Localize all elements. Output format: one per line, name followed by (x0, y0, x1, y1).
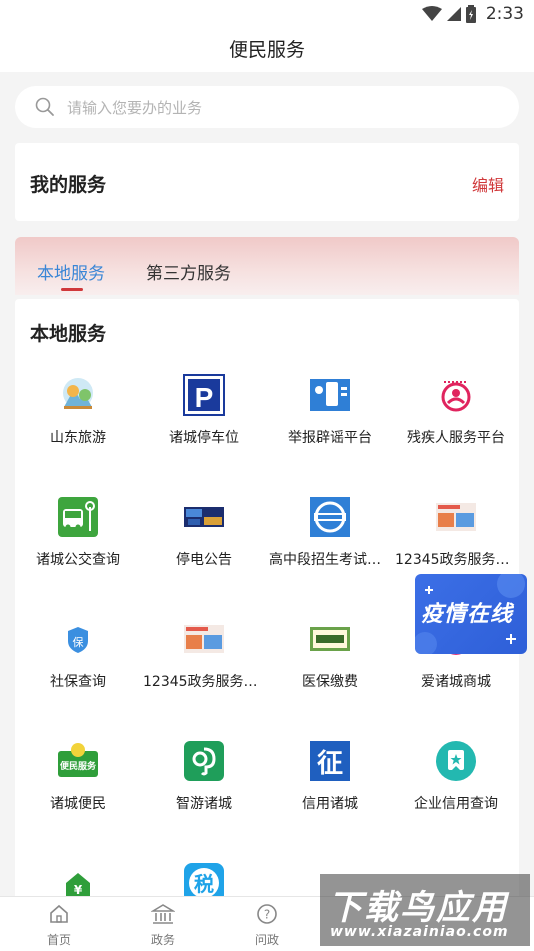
watermark-url: www.xiazainiao.com (330, 924, 509, 940)
battery-icon (465, 5, 476, 23)
service-item-power-outage[interactable]: 停电公告 (141, 495, 267, 569)
service-label: 医保缴费 (302, 674, 358, 690)
tab-local-services[interactable]: 本地服务 (37, 259, 105, 284)
status-time: 2:33 (485, 4, 524, 24)
service-label: 高中段招生考试查... (269, 552, 393, 568)
service-item-disability[interactable]: 残疾人服务平台 (393, 373, 519, 447)
service-tabs: 本地服务 第三方服务 (15, 237, 519, 295)
bottom-tab-label: 首页 (46, 933, 71, 947)
hotline-banner-icon (184, 625, 224, 653)
service-item-exam-query[interactable]: 高中段招生考试查... (267, 495, 393, 569)
local-services-title: 本地服务 (30, 323, 107, 345)
service-item-shandong-travel[interactable]: 山东旅游 (15, 373, 141, 447)
search-icon (35, 97, 54, 116)
tab-third-party-services[interactable]: 第三方服务 (146, 259, 231, 284)
service-item-12345-hotline[interactable]: 12345政务服务热线 (393, 495, 519, 569)
svg-text:便民服务: 便民服务 (60, 760, 97, 772)
service-label: 智游诸城 (176, 796, 232, 812)
svg-text:税: 税 (194, 872, 214, 896)
credit-icon: 征 (310, 741, 350, 781)
service-label: 爱诸城商城 (421, 674, 491, 690)
exam-query-icon (310, 497, 350, 537)
service-label: 举报辟谣平台 (288, 430, 372, 446)
svg-text:保: 保 (73, 635, 84, 649)
service-label: 企业信用查询 (414, 796, 498, 812)
svg-text:P: P (195, 382, 214, 413)
service-item-credit[interactable]: 征 信用诸城 (267, 739, 393, 813)
report-phone-icon (310, 379, 350, 411)
service-item-social-security[interactable]: 保 社保查询 (15, 617, 141, 691)
service-label: 信用诸城 (302, 796, 358, 812)
service-label: 山东旅游 (50, 430, 106, 446)
watermark: 下载鸟应用 www.xiazainiao.com (320, 874, 530, 946)
page-title: 便民服务 (228, 39, 305, 61)
medical-insurance-icon (310, 627, 350, 651)
hotline-banner-icon (436, 503, 476, 531)
edit-button[interactable]: 编辑 (472, 172, 504, 196)
search-input[interactable]: 请输入您要办的业务 (15, 86, 519, 128)
status-bar: 2:33 (0, 0, 534, 28)
mountain-tree-icon (63, 378, 93, 409)
my-services-title: 我的服务 (30, 174, 107, 196)
service-label: 诸城便民 (50, 796, 106, 812)
service-item-smart-tour[interactable]: 智游诸城 (141, 739, 267, 813)
svg-text:征: 征 (317, 749, 343, 779)
my-services-card: 我的服务 编辑 (15, 143, 519, 221)
convenience-icon: 便民服务 (58, 743, 98, 777)
bus-icon (58, 497, 98, 537)
watermark-main-text: 下载鸟应用 (328, 888, 508, 928)
service-item-medical-insurance[interactable]: 医保缴费 (267, 617, 393, 691)
service-item-convenience[interactable]: 便民服务 诸城便民 (15, 739, 141, 813)
service-label: 社保查询 (50, 674, 106, 690)
service-label: 停电公告 (176, 552, 232, 568)
service-label: 诸城停车位 (169, 430, 239, 446)
disability-logo-icon (441, 381, 471, 412)
epidemic-badge-text: 疫情在线 (421, 602, 514, 627)
service-label: 12345政务服务热线 (395, 552, 519, 568)
tab-indicator (61, 288, 83, 291)
enterprise-credit-icon (436, 741, 476, 781)
wifi-icon (421, 6, 442, 21)
bottom-tab-government[interactable]: 政务 (110, 903, 216, 948)
service-item-bus[interactable]: 诸城公交查询 (15, 495, 141, 569)
service-label: 残疾人服务平台 (407, 430, 505, 446)
service-label: 12345政务服务热线 (143, 674, 267, 690)
svg-text:?: ? (264, 908, 270, 922)
power-notice-icon (184, 507, 224, 527)
bottom-tab-home[interactable]: 首页 (6, 903, 112, 948)
home-icon (50, 904, 68, 923)
bottom-tab-label: 问政 (254, 933, 279, 947)
service-item-report-rumor[interactable]: 举报辟谣平台 (267, 373, 393, 447)
smart-tour-icon (184, 741, 224, 781)
service-item-parking[interactable]: P 诸城停车位 (141, 373, 267, 447)
service-item-enterprise-credit[interactable]: 企业信用查询 (393, 739, 519, 813)
signal-icon (446, 7, 461, 21)
social-security-icon: 保 (68, 627, 88, 653)
navbar: 便民服务 (0, 28, 534, 72)
svg-text:¥: ¥ (74, 883, 83, 897)
question-icon: ? (257, 904, 277, 924)
parking-icon: P (183, 374, 225, 416)
epidemic-online-badge[interactable]: 疫情在线 (415, 574, 527, 654)
service-item-12345-hotline-2[interactable]: 12345政务服务热线 (141, 617, 267, 691)
service-label: 诸城公交查询 (36, 552, 120, 568)
government-icon (150, 904, 176, 924)
bottom-tab-label: 政务 (150, 933, 175, 947)
bottom-tab-inquiry[interactable]: ? 问政 (214, 903, 320, 948)
search-placeholder: 请输入您要办的业务 (67, 98, 203, 117)
